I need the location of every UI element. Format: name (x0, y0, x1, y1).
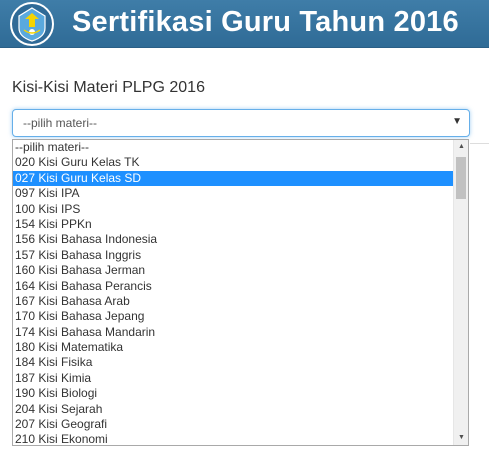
dropdown-option[interactable]: 154 Kisi PPKn (13, 217, 454, 232)
dropdown-option[interactable]: 174 Kisi Bahasa Mandarin (13, 325, 454, 340)
form-label: Kisi-Kisi Materi PLPG 2016 (12, 79, 205, 96)
scroll-up-arrow-icon[interactable]: ▲ (454, 140, 468, 154)
header-bar: Sertifikasi Guru Tahun 2016 (0, 0, 489, 48)
dropdown-option[interactable]: 100 Kisi IPS (13, 202, 454, 217)
dropdown-option[interactable]: 210 Kisi Ekonomi (13, 432, 454, 445)
dropdown-option[interactable]: 020 Kisi Guru Kelas TK (13, 155, 454, 170)
dropdown-option[interactable]: 164 Kisi Bahasa Perancis (13, 279, 454, 294)
page-title: Sertifikasi Guru Tahun 2016 (72, 6, 459, 38)
dropdown-option[interactable]: 187 Kisi Kimia (13, 371, 454, 386)
divider (470, 143, 489, 144)
scrollbar[interactable]: ▲ ▼ (453, 140, 468, 445)
dropdown-option[interactable]: 156 Kisi Bahasa Indonesia (13, 232, 454, 247)
dropdown-option[interactable]: 170 Kisi Bahasa Jepang (13, 309, 454, 324)
dropdown-option[interactable]: 160 Kisi Bahasa Jerman (13, 263, 454, 278)
dropdown-option[interactable]: 167 Kisi Bahasa Arab (13, 294, 454, 309)
dropdown-option[interactable]: 157 Kisi Bahasa Inggris (13, 248, 454, 263)
dropdown-option[interactable]: 204 Kisi Sejarah (13, 402, 454, 417)
dropdown-option[interactable]: 097 Kisi IPA (13, 186, 454, 201)
tut-wuri-handayani-emblem-icon (10, 2, 54, 46)
dropdown-option[interactable]: 180 Kisi Matematika (13, 340, 454, 355)
caret-down-icon[interactable]: ▼ (452, 116, 462, 127)
dropdown-option[interactable]: 207 Kisi Geografi (13, 417, 454, 432)
option-list: --pilih materi-- 020 Kisi Guru Kelas TK 02… (13, 140, 454, 445)
dropdown-option[interactable]: 190 Kisi Biologi (13, 386, 454, 401)
scrollbar-thumb[interactable] (456, 157, 466, 199)
dropdown-option[interactable]: 184 Kisi Fisika (13, 355, 454, 370)
select-dropdown-list[interactable]: --pilih materi-- 020 Kisi Guru Kelas TK 02… (12, 139, 469, 446)
select-value: --pilih materi-- (23, 116, 98, 130)
dropdown-option[interactable]: 027 Kisi Guru Kelas SD (13, 170, 454, 187)
dropdown-option[interactable]: --pilih materi-- (13, 140, 454, 155)
materi-select[interactable]: --pilih materi-- ▼ (12, 109, 470, 137)
scroll-down-arrow-icon[interactable]: ▼ (454, 431, 468, 445)
